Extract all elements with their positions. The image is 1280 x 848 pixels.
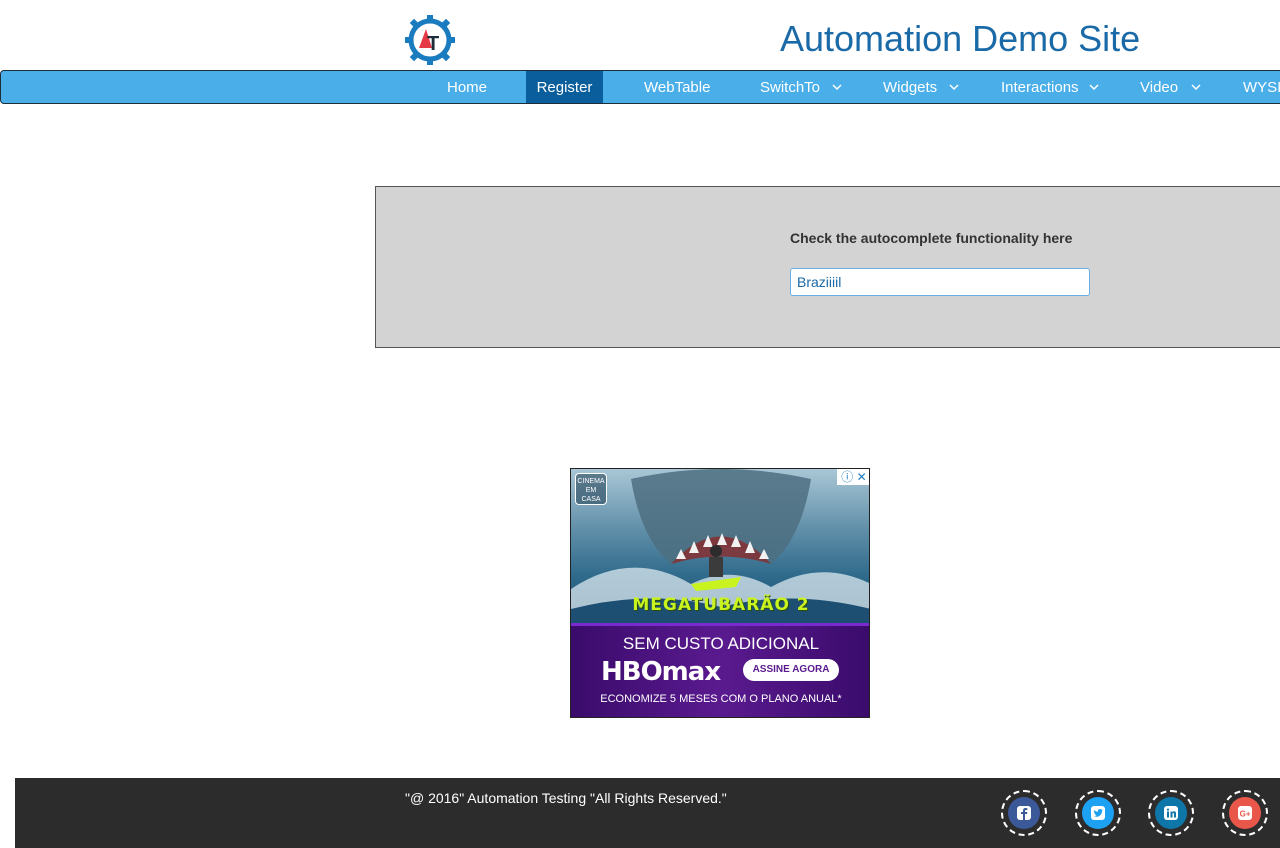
advertisement[interactable]: CINEMA EM CASA ⓘ ✕ MEGATUBARÃO 2 SEM CUS… bbox=[570, 468, 870, 718]
autocomplete-label: Check the autocomplete functionality her… bbox=[790, 230, 1073, 246]
twitter-link[interactable] bbox=[1075, 790, 1121, 836]
autocomplete-panel: Check the autocomplete functionality her… bbox=[375, 186, 1280, 348]
ad-banner: SEM CUSTO ADICIONAL HBOmax ASSINE AGORA … bbox=[571, 623, 869, 717]
gear-logo-icon: T bbox=[405, 15, 455, 65]
ad-brand-logo: HBOmax bbox=[601, 657, 721, 687]
footer-copyright: "@ 2016" Automation Testing "All Rights … bbox=[405, 790, 727, 806]
page-title: Automation Demo Site bbox=[780, 18, 1141, 59]
nav-wysiwyg[interactable]: WYSI bbox=[1243, 71, 1280, 103]
nav-register[interactable]: Register bbox=[526, 71, 603, 103]
linkedin-icon bbox=[1155, 797, 1187, 829]
chevron-down-icon[interactable] bbox=[832, 71, 842, 103]
linkedin-link[interactable] bbox=[1148, 790, 1194, 836]
ad-footnote: ECONOMIZE 5 MESES COM O PLANO ANUAL* bbox=[600, 693, 842, 705]
twitter-icon bbox=[1082, 797, 1114, 829]
facebook-icon bbox=[1008, 797, 1040, 829]
facebook-link[interactable] bbox=[1001, 790, 1047, 836]
nav-interactions[interactable]: Interactions bbox=[1001, 71, 1079, 103]
chevron-down-icon[interactable] bbox=[1191, 71, 1201, 103]
site-logo: T bbox=[405, 14, 455, 66]
chevron-down-icon[interactable] bbox=[949, 71, 959, 103]
ad-close-icon[interactable]: ⓘ ✕ bbox=[837, 469, 869, 485]
google-plus-link[interactable]: G+ bbox=[1222, 790, 1268, 836]
svg-text:G+: G+ bbox=[1240, 810, 1251, 819]
nav-video[interactable]: Video bbox=[1140, 71, 1178, 103]
svg-text:T: T bbox=[427, 33, 439, 55]
ad-cta-button[interactable]: ASSINE AGORA bbox=[743, 659, 839, 681]
nav-switchto[interactable]: SwitchTo bbox=[760, 71, 820, 103]
ad-badge: CINEMA EM CASA bbox=[575, 473, 607, 505]
nav-webtable[interactable]: WebTable bbox=[644, 71, 710, 103]
ad-image: CINEMA EM CASA ⓘ ✕ MEGATUBARÃO 2 bbox=[571, 469, 869, 623]
ad-headline: SEM CUSTO ADICIONAL bbox=[622, 634, 820, 653]
google-plus-icon: G+ bbox=[1229, 797, 1261, 829]
ad-movie-title: MEGATUBARÃO 2 bbox=[632, 595, 810, 615]
autocomplete-input[interactable] bbox=[790, 268, 1090, 296]
chevron-down-icon[interactable] bbox=[1089, 71, 1099, 103]
nav-home[interactable]: Home bbox=[447, 71, 487, 103]
main-navbar: Home Register WebTable SwitchTo Widgets … bbox=[0, 70, 1280, 104]
footer: "@ 2016" Automation Testing "All Rights … bbox=[15, 778, 1280, 848]
nav-widgets[interactable]: Widgets bbox=[883, 71, 937, 103]
